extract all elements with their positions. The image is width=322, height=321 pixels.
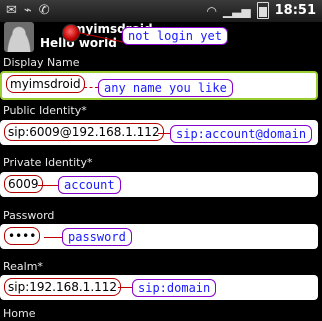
label-private-identity: Private Identity* (3, 156, 93, 169)
label-home: Home (3, 307, 36, 320)
annotation-realm: sip:domain (132, 279, 217, 297)
annotation-line (118, 287, 132, 288)
realm-value: sip:192.168.1.112 (4, 278, 122, 296)
private-identity-value: 6009 (4, 175, 43, 193)
annotation-password: password (62, 228, 132, 246)
usb-icon: ⌁ (23, 3, 32, 18)
wifi-icon: ◠ (206, 3, 217, 18)
password-value: •••• (4, 227, 41, 245)
signal-icon: ▁▃▅ (222, 3, 251, 18)
public-identity-value: sip:6009@192.168.1.112 (4, 123, 164, 141)
avatar[interactable] (4, 22, 34, 52)
annotation-not-login: not login yet (122, 27, 228, 45)
label-public-identity: Public Identity* (3, 104, 87, 117)
status-bar: ✉ ⌁ ✆ ◠ ▁▃▅ 18:51 (0, 0, 322, 22)
display-name-value: myimsdroid (6, 75, 85, 93)
annotation-private-identity: account (58, 176, 121, 194)
annotation-line (158, 133, 170, 134)
annotation-line (44, 237, 62, 238)
label-display-name: Display Name (3, 56, 80, 69)
annotation-display-name: any name you like (98, 79, 233, 97)
label-realm: Realm* (3, 260, 43, 273)
annotation-line (84, 87, 98, 88)
notification-icon: ✉ (6, 3, 17, 18)
phone-icon: ✆ (38, 3, 50, 18)
status-time: 18:51 (274, 3, 316, 18)
battery-icon (256, 2, 269, 19)
label-password: Password (3, 209, 55, 222)
annotation-line (38, 185, 60, 186)
annotation-public-identity: sip:account@domain (170, 125, 313, 143)
